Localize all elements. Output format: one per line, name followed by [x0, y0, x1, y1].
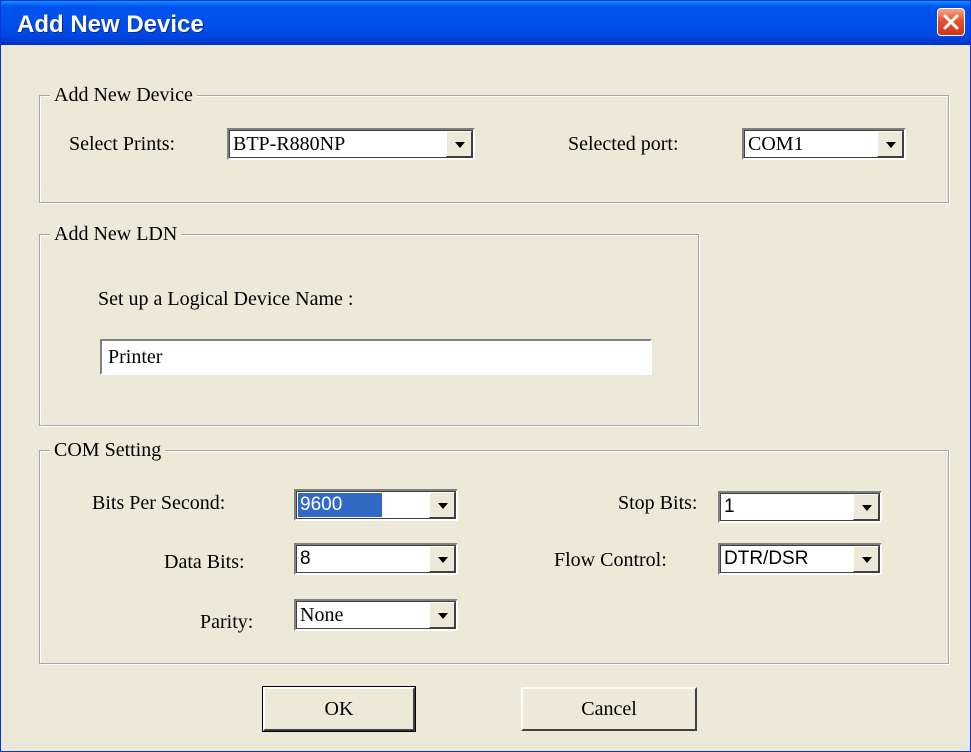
logical-device-name-value: Printer	[108, 346, 163, 368]
bits-per-second-value: 9600	[298, 493, 383, 517]
dialog-window: Add New Device Add New Device Select Pri…	[0, 0, 971, 752]
logical-device-name-input[interactable]: Printer	[100, 339, 652, 375]
ok-button[interactable]: OK	[262, 686, 416, 732]
data-bits-value: 8	[300, 548, 311, 569]
bits-per-second-combo[interactable]: 9600	[294, 489, 458, 521]
bits-per-second-dropdown-button[interactable]	[429, 492, 455, 518]
com-setting-group: COM Setting Bits Per Second: 9600 Data B…	[39, 438, 949, 664]
ldn-group: Add New LDN Set up a Logical Device Name…	[39, 222, 699, 426]
window-title: Add New Device	[17, 11, 204, 38]
data-bits-combo[interactable]: 8	[294, 543, 458, 575]
device-group-legend: Add New Device	[50, 83, 197, 107]
selected-port-dropdown-button[interactable]	[877, 131, 903, 157]
flow-control-dropdown-button[interactable]	[853, 546, 879, 572]
select-prints-value: BTP-R880NP	[233, 133, 346, 155]
stop-bits-dropdown-button[interactable]	[853, 494, 879, 520]
select-prints-label: Select Prints:	[69, 133, 176, 155]
close-icon	[943, 14, 959, 30]
parity-value: None	[300, 604, 344, 626]
flow-control-label: Flow Control:	[554, 549, 667, 571]
com-setting-legend: COM Setting	[50, 438, 166, 462]
device-group: Add New Device Select Prints: BTP-R880NP…	[39, 83, 949, 203]
data-bits-label: Data Bits:	[164, 551, 245, 573]
selected-port-label: Selected port:	[568, 133, 679, 155]
cancel-button[interactable]: Cancel	[521, 687, 697, 731]
stop-bits-value: 1	[724, 496, 735, 517]
ldn-prompt: Set up a Logical Device Name :	[98, 288, 354, 310]
close-button[interactable]	[937, 8, 965, 36]
ldn-group-legend: Add New LDN	[50, 222, 182, 246]
selected-port-combo[interactable]: COM1	[742, 128, 906, 160]
bits-per-second-label: Bits Per Second:	[92, 492, 226, 514]
data-bits-dropdown-button[interactable]	[429, 546, 455, 572]
parity-label: Parity:	[200, 611, 254, 633]
select-prints-dropdown-button[interactable]	[446, 131, 472, 157]
selected-port-value: COM1	[748, 133, 804, 155]
parity-dropdown-button[interactable]	[429, 602, 455, 628]
flow-control-combo[interactable]: DTR/DSR	[718, 543, 882, 575]
flow-control-value: DTR/DSR	[724, 548, 809, 569]
select-prints-combo[interactable]: BTP-R880NP	[227, 128, 475, 160]
parity-combo[interactable]: None	[294, 599, 458, 631]
title-bar[interactable]: Add New Device	[1, 1, 970, 45]
stop-bits-label: Stop Bits:	[618, 492, 698, 514]
stop-bits-combo[interactable]: 1	[718, 491, 882, 523]
